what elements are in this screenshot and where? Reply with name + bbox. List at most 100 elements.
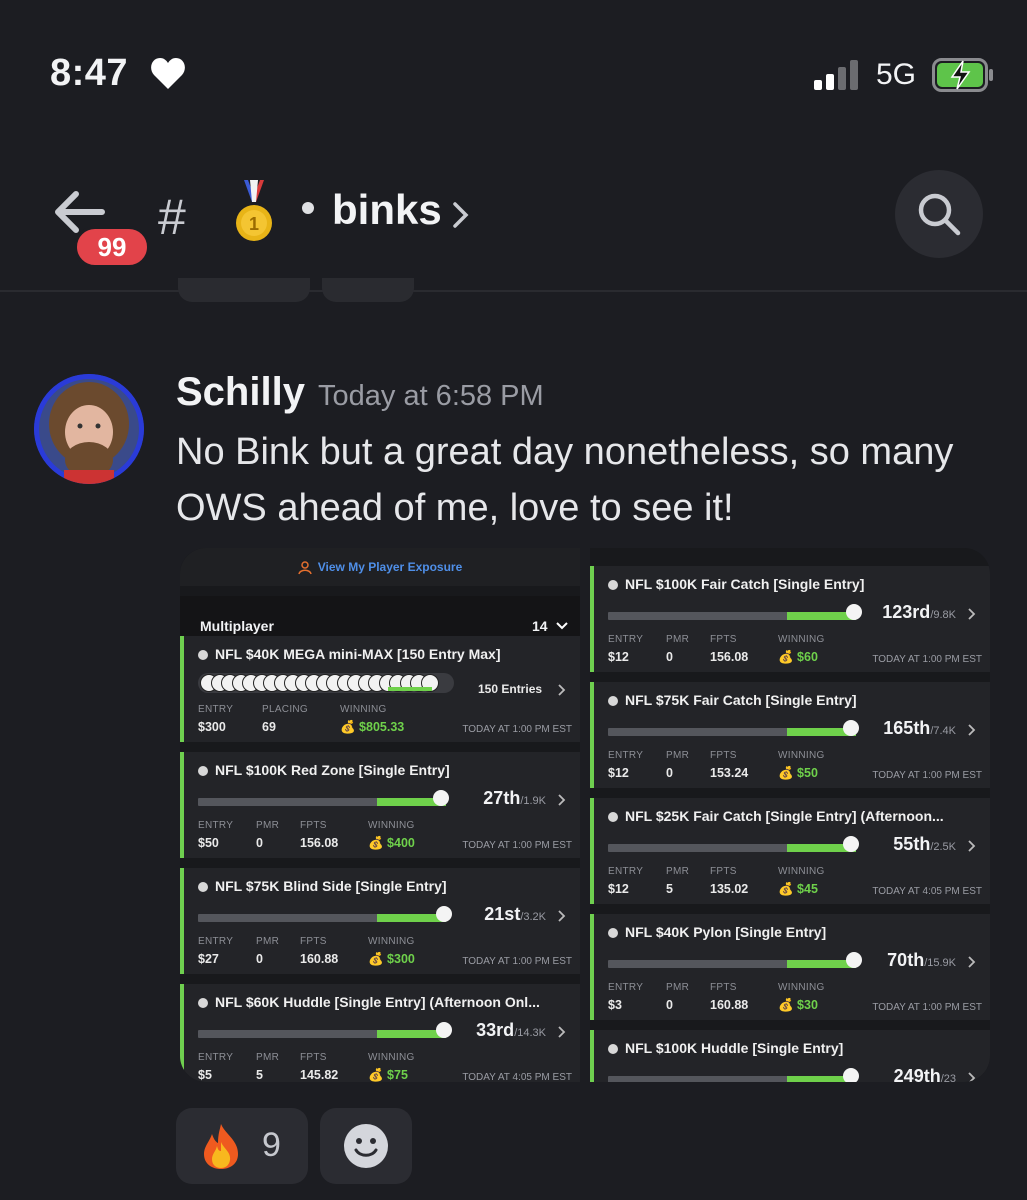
- fpts-label: FPTS: [300, 936, 327, 947]
- contest-title-text: NFL $40K MEGA mini-MAX [150 Entry Max]: [215, 646, 501, 662]
- entries-strip: [198, 673, 454, 693]
- fpts-label: FPTS: [710, 866, 737, 877]
- pmr-label: PMR: [256, 1052, 280, 1063]
- progress-knob: [846, 952, 862, 968]
- heart-icon: [151, 58, 185, 89]
- contest-title: NFL $100K Fair Catch [Single Entry]: [608, 576, 864, 592]
- search-button[interactable]: [895, 170, 983, 258]
- contest-title: NFL $75K Fair Catch [Single Entry]: [608, 692, 857, 708]
- chevron-right-icon: [558, 684, 566, 696]
- contest-title-text: NFL $100K Red Zone [Single Entry]: [215, 762, 450, 778]
- football-icon: [198, 998, 208, 1009]
- pmr-value: 0: [256, 952, 263, 966]
- reaction-count: 9: [262, 1126, 281, 1164]
- chevron-right-icon: [968, 724, 976, 736]
- field-size: /23: [940, 1073, 956, 1082]
- reaction-fire[interactable]: 9: [176, 1108, 308, 1184]
- fpts-value: 135.02: [710, 882, 749, 896]
- entry-label: ENTRY: [608, 982, 644, 993]
- chevron-right-icon: [968, 608, 976, 620]
- entries-progress-fill: [388, 687, 432, 691]
- entry-label: ENTRY: [198, 1052, 234, 1063]
- fpts-label: FPTS: [710, 634, 737, 645]
- pmr-label: PMR: [666, 866, 690, 877]
- field-size: /9.8K: [930, 609, 956, 621]
- add-reaction-button[interactable]: [320, 1108, 412, 1184]
- rank: 55th/2.5K: [893, 834, 956, 855]
- avatar-image: [34, 374, 144, 484]
- field-size: /7.4K: [930, 725, 956, 737]
- channel-header: 99 # 1 binks: [0, 150, 1027, 292]
- entry-label: ENTRY: [608, 750, 644, 761]
- channel-hash-icon: #: [158, 189, 186, 245]
- start-time: TODAY AT 1:00 PM EST: [462, 956, 572, 967]
- football-icon: [608, 580, 618, 591]
- pmr-label: PMR: [256, 820, 280, 831]
- contest-title-text: NFL $100K Fair Catch [Single Entry]: [625, 576, 865, 592]
- svg-text:1: 1: [249, 214, 259, 234]
- contest-card: NFL $40K Pylon [Single Entry] 70th/15.9K E…: [590, 914, 990, 1020]
- contest-card: NFL $60K Huddle [Single Entry] (Afternoo…: [180, 984, 580, 1082]
- progress-knob: [843, 720, 859, 736]
- entry-value: $27: [198, 952, 219, 966]
- fpts-value: 160.88: [710, 998, 749, 1012]
- football-icon: [198, 882, 208, 893]
- pmr-value: 0: [666, 766, 673, 780]
- smiley-add-icon: [344, 1124, 388, 1168]
- placement-progress-bar: [608, 604, 862, 620]
- football-icon: [608, 1044, 618, 1055]
- rank: 123rd/9.8K: [882, 602, 956, 623]
- football-icon: [608, 928, 618, 939]
- message-timestamp: Today at 6:58 PM: [318, 380, 544, 412]
- image-attachment[interactable]: View My Player Exposure Multiplayer 14 N…: [180, 548, 990, 1082]
- winning-value: 💰 $50: [778, 766, 818, 780]
- contest-title: NFL $60K Huddle [Single Entry] (Afternoo…: [198, 994, 540, 1010]
- placing-value: 69: [262, 720, 276, 734]
- rank-value: 27th: [483, 788, 521, 808]
- pmr-value: 0: [666, 650, 673, 664]
- chevron-right-icon: [968, 1072, 976, 1082]
- exposure-link-label: View My Player Exposure: [317, 560, 463, 574]
- section-label: Multiplayer: [200, 618, 274, 634]
- entry-label: ENTRY: [608, 634, 644, 645]
- pmr-value: 0: [666, 998, 673, 1012]
- entry-label: ENTRY: [198, 820, 234, 831]
- fpts-label: FPTS: [300, 820, 327, 831]
- avatar[interactable]: [34, 374, 144, 484]
- progress-knob: [436, 1022, 452, 1038]
- entry-value: $3: [608, 998, 622, 1012]
- pmr-label: PMR: [666, 634, 690, 645]
- entry-value: $300: [198, 720, 226, 734]
- start-time: TODAY AT 1:00 PM EST: [872, 654, 982, 665]
- fire-emoji-icon: [204, 1124, 238, 1169]
- contest-title-text: NFL $100K Huddle [Single Entry]: [625, 1040, 844, 1056]
- winning-value: 💰 $805.33: [340, 720, 405, 734]
- entry-label: ENTRY: [608, 866, 644, 877]
- rank-value: 33rd: [476, 1020, 515, 1040]
- entry-value: $5: [198, 1068, 212, 1082]
- placement-progress-bar: [198, 906, 452, 922]
- fpts-value: 156.08: [710, 650, 749, 664]
- chevron-down-icon: [556, 622, 568, 630]
- chevron-right-icon[interactable]: [452, 200, 470, 230]
- contest-card: NFL $75K Fair Catch [Single Entry] 165th/…: [590, 682, 990, 788]
- placement-progress-bar: [198, 790, 449, 806]
- contest-title: NFL $40K MEGA mini-MAX [150 Entry Max]: [198, 646, 501, 662]
- placement-progress-bar: [198, 1022, 452, 1038]
- message-text: No Bink but a great day nonetheless, so …: [176, 431, 954, 529]
- progress-knob: [433, 790, 449, 806]
- winning-value: 💰 $45: [778, 882, 818, 896]
- pmr-label: PMR: [256, 936, 280, 947]
- channel-name[interactable]: binks: [332, 186, 442, 234]
- fpts-label: FPTS: [300, 1052, 327, 1063]
- contest-card: NFL $75K Blind Side [Single Entry] 21st/3…: [180, 868, 580, 974]
- network-label: 5G: [876, 58, 917, 91]
- chevron-right-icon: [968, 840, 976, 852]
- field-size: /14.3K: [514, 1027, 546, 1039]
- winning-value: 💰 $30: [778, 998, 818, 1012]
- unread-badge: 99: [74, 226, 150, 268]
- rank: 165th/7.4K: [883, 718, 956, 739]
- message-author[interactable]: Schilly: [176, 370, 305, 415]
- rank-value: 249th: [893, 1066, 941, 1082]
- start-time: TODAY AT 1:00 PM EST: [462, 840, 572, 851]
